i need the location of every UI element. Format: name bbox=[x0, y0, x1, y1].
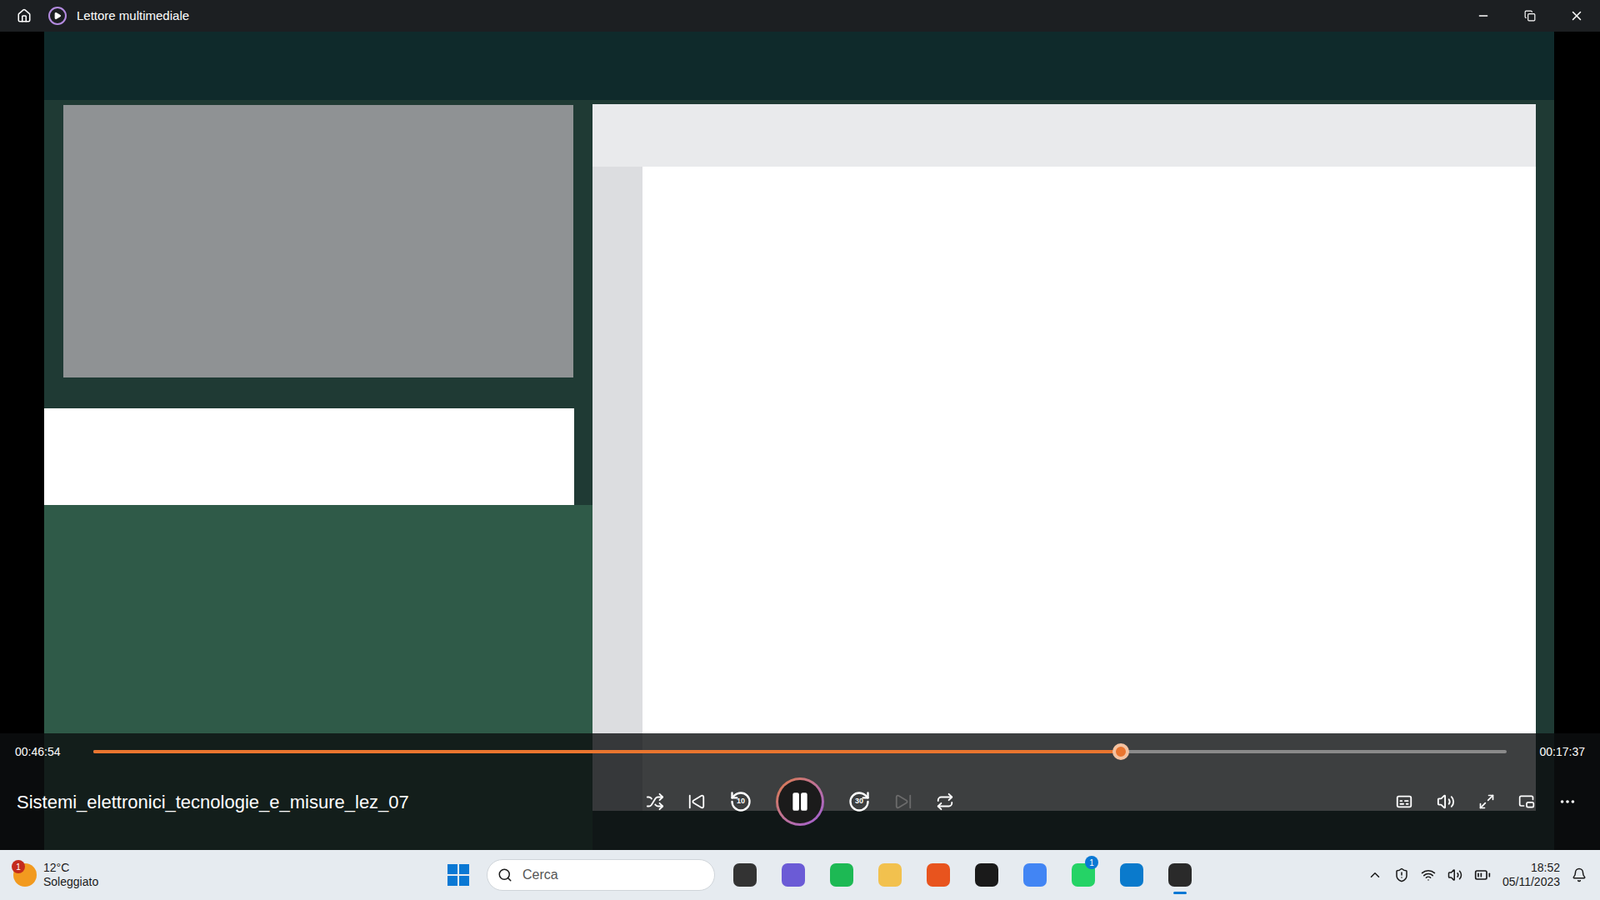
start-button[interactable] bbox=[441, 858, 475, 892]
app-icon bbox=[1120, 863, 1144, 887]
seek-fill bbox=[93, 750, 1121, 754]
app-icon bbox=[926, 863, 950, 887]
app-icon bbox=[830, 863, 854, 887]
taskbar: 1 12°CSoleggiato Cerca 1 18:5205/11/2023 bbox=[0, 850, 1600, 900]
app-icon bbox=[781, 863, 805, 887]
seek-bar[interactable] bbox=[93, 750, 1507, 754]
volume-icon[interactable] bbox=[1447, 867, 1463, 883]
weather-widget[interactable]: 1 12°CSoleggiato bbox=[13, 860, 230, 890]
controls-row: Sistemi_elettronici_tecnologie_e_misure_… bbox=[0, 770, 1600, 834]
play-icon bbox=[53, 11, 62, 20]
weather-temp: 12°C bbox=[43, 860, 99, 876]
close-button[interactable] bbox=[1553, 0, 1600, 32]
app-icon bbox=[1023, 863, 1047, 887]
notifications-icon[interactable] bbox=[1571, 867, 1587, 883]
app-icon bbox=[878, 863, 902, 887]
skip-back-label: 10 bbox=[736, 795, 745, 808]
restore-icon bbox=[1524, 10, 1536, 22]
tray-overflow-icon[interactable] bbox=[1367, 867, 1383, 883]
window-title: Lettore multimediale bbox=[76, 6, 190, 26]
title-bar: Lettore multimediale bbox=[0, 0, 1600, 32]
taskbar-app[interactable] bbox=[726, 854, 764, 896]
wifi-icon[interactable] bbox=[1420, 867, 1436, 883]
windows-icon bbox=[447, 864, 470, 886]
more-icon[interactable] bbox=[1558, 792, 1577, 811]
minimize-button[interactable] bbox=[1460, 0, 1507, 32]
miniplayer-icon[interactable] bbox=[1518, 793, 1535, 810]
taskbar-app[interactable]: 1 bbox=[1065, 854, 1102, 896]
active-indicator bbox=[1173, 891, 1187, 895]
app-icon bbox=[48, 6, 67, 25]
app-icon bbox=[733, 863, 757, 887]
app-badge: 1 bbox=[1085, 855, 1099, 870]
skip-back-button[interactable]: 10 bbox=[729, 790, 753, 814]
search-placeholder: Cerca bbox=[522, 865, 559, 885]
next-icon[interactable] bbox=[894, 792, 913, 811]
taskbar-app[interactable] bbox=[968, 854, 1005, 896]
minimize-icon bbox=[1476, 9, 1490, 23]
repeat-icon[interactable] bbox=[935, 792, 955, 811]
desktop: Lettore multimediale 00:46:54 00:17:37 Sist… bbox=[0, 0, 1600, 900]
home-button[interactable] bbox=[0, 8, 49, 24]
system-tray: 18:5205/11/2023 bbox=[1367, 860, 1587, 890]
search-box[interactable]: Cerca bbox=[486, 859, 715, 891]
clock[interactable]: 18:5205/11/2023 bbox=[1502, 860, 1560, 890]
taskbar-app[interactable] bbox=[1113, 854, 1150, 896]
security-icon[interactable] bbox=[1394, 867, 1410, 883]
video-frame bbox=[44, 0, 1555, 850]
taskbar-app[interactable] bbox=[920, 854, 957, 896]
taskbar-app[interactable] bbox=[775, 854, 812, 896]
taskbar-app[interactable] bbox=[1016, 854, 1054, 896]
taskbar-app[interactable] bbox=[1161, 854, 1199, 896]
seek-thumb[interactable] bbox=[1112, 743, 1130, 760]
skip-forward-button[interactable]: 30 bbox=[847, 790, 871, 814]
play-pause-button[interactable] bbox=[775, 777, 825, 826]
volume-icon[interactable] bbox=[1436, 792, 1455, 811]
search-icon bbox=[497, 867, 513, 883]
shuffle-icon[interactable] bbox=[645, 792, 665, 811]
close-icon bbox=[1569, 8, 1585, 24]
media-player-window: Lettore multimediale 00:46:54 00:17:37 Sist… bbox=[0, 0, 1600, 850]
remaining-time: 00:17:37 bbox=[1520, 743, 1585, 761]
weather-badge: 1 bbox=[11, 860, 25, 874]
weather-condition: Soleggiato bbox=[43, 875, 99, 890]
seek-row: 00:46:54 00:17:37 bbox=[0, 733, 1600, 770]
app-icon bbox=[975, 863, 999, 887]
elapsed-time: 00:46:54 bbox=[15, 743, 80, 761]
home-icon bbox=[16, 8, 32, 24]
fullscreen-icon[interactable] bbox=[1478, 793, 1495, 810]
skip-forward-label: 30 bbox=[855, 795, 864, 808]
pause-icon bbox=[789, 790, 811, 813]
clock-time: 18:52 bbox=[1530, 860, 1560, 876]
clock-date: 05/11/2023 bbox=[1502, 875, 1560, 890]
captions-icon[interactable] bbox=[1395, 792, 1414, 811]
sun-icon: 1 bbox=[13, 863, 37, 887]
taskbar-app[interactable] bbox=[871, 854, 909, 896]
playback-controls: 00:46:54 00:17:37 Sistemi_elettronici_tecn… bbox=[0, 733, 1600, 850]
battery-icon[interactable] bbox=[1474, 866, 1491, 884]
taskbar-app[interactable] bbox=[823, 854, 860, 896]
restore-button[interactable] bbox=[1506, 0, 1554, 32]
media-title: Sistemi_elettronici_tecnologie_e_misure_… bbox=[16, 788, 410, 816]
previous-icon[interactable] bbox=[687, 792, 706, 811]
app-icon bbox=[1168, 863, 1192, 887]
